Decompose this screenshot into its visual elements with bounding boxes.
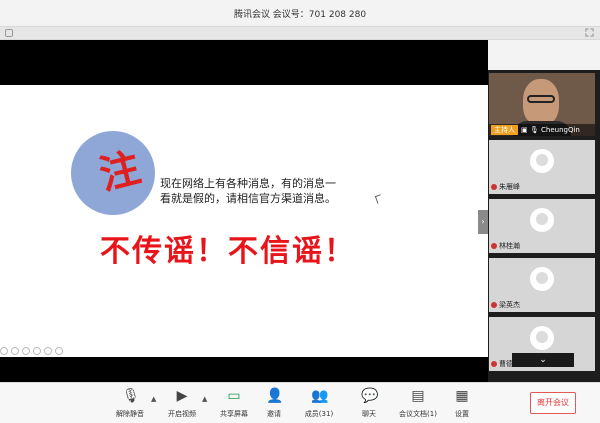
scroll-down-button[interactable]: ⌄ [512, 353, 574, 367]
slide-control-icon[interactable] [22, 347, 30, 355]
participant-name: 梁英杰 [491, 300, 520, 310]
video-options-caret-icon[interactable]: ▲ [202, 395, 207, 403]
slide-control-icon[interactable] [44, 347, 52, 355]
notice-message-line1: 现在网络上有各种消息，有的消息一 [160, 177, 336, 190]
unmute-button[interactable]: 🎙 解除静音 [105, 388, 155, 419]
mic-options-caret-icon[interactable]: ▲ [151, 395, 156, 403]
slide-controls[interactable] [0, 346, 63, 356]
host-tag: 主持人 [491, 125, 518, 135]
settings-icon: ▦ [455, 388, 469, 404]
slide-control-icon[interactable] [0, 347, 8, 355]
avatar [530, 208, 554, 232]
participant-name-text: 林桂瀚 [499, 242, 520, 250]
fullscreen-icon[interactable] [585, 28, 594, 37]
meeting-toolbar: 🎙 解除静音 ▲ ▶ 开启视频 ▲ ▭ 共享屏幕 👤 邀请 👥 成员(31) 💬… [0, 382, 600, 423]
slide-control-icon[interactable] [11, 347, 19, 355]
host-video-tile[interactable]: 主持人 ▣ 🎙 CheungQin [489, 73, 595, 136]
avatar [530, 267, 554, 291]
participant-tile[interactable]: 梁英杰 [489, 258, 595, 312]
participant-tile[interactable]: 朱雁峰 [489, 140, 595, 194]
host-name: CheungQin [541, 126, 580, 134]
slogan: 不传谣！不信谣！ [100, 234, 356, 269]
shield-icon[interactable] [5, 29, 13, 37]
start-video-button[interactable]: ▶ 开启视频 [157, 388, 207, 419]
chat-button[interactable]: 💬 聊天 [344, 388, 394, 419]
invite-label: 邀请 [267, 410, 281, 418]
notice-message-line2: 看就是假的，请相信官方渠道消息。 [160, 192, 336, 205]
start-video-label: 开启视频 [168, 410, 196, 418]
members-button[interactable]: 👥 成员(31) [294, 388, 344, 419]
collapse-panel-tab[interactable]: › [478, 210, 488, 234]
avatar [530, 149, 554, 173]
slide-control-icon[interactable] [55, 347, 63, 355]
window-title: 腾讯会议 会议号：701 208 280 [233, 10, 367, 20]
notice-message: 现在网络上有各种消息，有的消息一 看就是假的，请相信官方渠道消息。 [160, 176, 380, 206]
settings-button[interactable]: ▦ 设置 [437, 388, 487, 419]
members-label: 成员(31) [304, 410, 334, 418]
document-icon: ▤ [411, 388, 425, 404]
chat-icon: 💬 [361, 388, 379, 404]
participant-name: 朱雁峰 [491, 182, 520, 192]
meeting-docs-button[interactable]: ▤ 会议文档(1) [393, 388, 443, 419]
video-off-icon: ▶ [176, 388, 188, 404]
chat-label: 聊天 [362, 410, 376, 418]
participant-name-text: 朱雁峰 [499, 183, 520, 191]
members-icon: 👥 [311, 388, 329, 404]
leave-meeting-button[interactable]: 离开会议 [530, 392, 576, 414]
host-status-icons: ▣ 🎙 [521, 126, 539, 134]
invite-button[interactable]: 👤 邀请 [249, 388, 299, 419]
slide-control-icon[interactable] [33, 347, 41, 355]
settings-label: 设置 [455, 410, 469, 418]
mic-muted-icon [491, 184, 497, 190]
unmute-label: 解除静音 [116, 410, 144, 418]
avatar [530, 326, 554, 350]
participant-name-text: 梁英杰 [499, 301, 520, 309]
invite-icon: 👤 [266, 388, 284, 404]
title-bar: 腾讯会议 会议号：701 208 280 [0, 0, 600, 26]
share-screen-icon: ▭ [227, 388, 241, 404]
sub-toolbar [0, 26, 600, 40]
participant-tile[interactable]: 林桂瀚 [489, 199, 595, 253]
presentation-slide [0, 85, 488, 357]
meeting-docs-label: 会议文档(1) [399, 410, 437, 418]
mic-muted-icon [491, 361, 497, 367]
participant-name: 林桂瀚 [491, 241, 520, 251]
host-name-bar: 主持人 ▣ 🎙 CheungQin [489, 124, 595, 136]
host-glasses [527, 95, 555, 103]
mic-muted-icon [491, 243, 497, 249]
mic-off-icon: 🎙 [122, 388, 140, 404]
mic-muted-icon [491, 302, 497, 308]
